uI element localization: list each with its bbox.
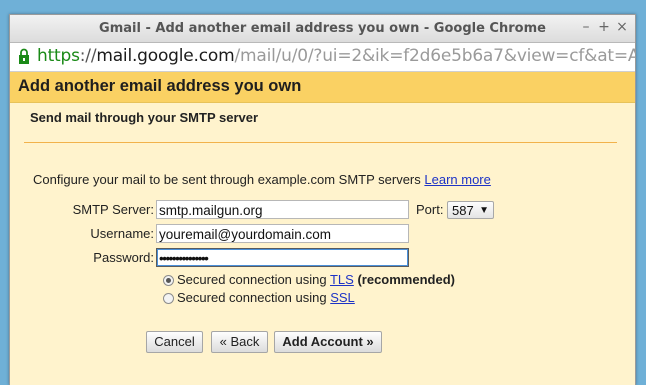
url-host: mail.google.com xyxy=(96,46,235,66)
port-select[interactable]: 587 ▼ xyxy=(447,201,494,219)
ssl-option-text: Secured connection using xyxy=(177,290,331,305)
tls-radio[interactable] xyxy=(163,275,174,286)
maximize-icon[interactable]: + xyxy=(596,19,612,35)
username-input[interactable]: youremail@yourdomain.com xyxy=(156,224,409,243)
ssl-radio[interactable] xyxy=(163,293,174,304)
tls-link[interactable]: TLS xyxy=(330,272,354,287)
url-path: /mail/u/0/?ui=2&ik=f2d6e5b6a7&view=cf&at… xyxy=(234,46,635,66)
page-header: Add another email address you own xyxy=(10,72,635,103)
address-bar[interactable]: https://mail.google.com/mail/u/0/?ui=2&i… xyxy=(10,43,635,72)
smtp-server-input[interactable]: smtp.mailgun.org xyxy=(156,200,409,219)
add-account-button[interactable]: Add Account » xyxy=(274,331,382,353)
password-label: Password: xyxy=(93,250,154,265)
port-select-value: 587 xyxy=(452,203,474,218)
minimize-icon[interactable]: – xyxy=(578,19,594,35)
ssl-option-label[interactable]: Secured connection using SSL xyxy=(177,290,355,305)
cancel-button[interactable]: Cancel xyxy=(146,331,203,353)
url-separator: :// xyxy=(79,46,97,66)
url-scheme: https xyxy=(37,46,80,66)
password-input[interactable]: ••••••••••••••• xyxy=(156,248,409,267)
description-text: Configure your mail to be sent through e… xyxy=(33,172,491,187)
window-title: Gmail - Add another email address you ow… xyxy=(99,21,546,36)
tls-option-text: Secured connection using xyxy=(177,272,330,287)
learn-more-link[interactable]: Learn more xyxy=(424,172,490,187)
back-button[interactable]: « Back xyxy=(211,331,268,353)
section-divider xyxy=(24,142,617,143)
section-subheader: Send mail through your SMTP server xyxy=(30,110,259,125)
title-bar: Gmail - Add another email address you ow… xyxy=(10,15,635,43)
dropdown-arrow-icon: ▼ xyxy=(479,205,489,216)
lock-icon xyxy=(19,48,29,64)
tls-option-label[interactable]: Secured connection using TLS (recommende… xyxy=(177,272,455,287)
smtp-server-label: SMTP Server: xyxy=(72,202,154,217)
ssl-link[interactable]: SSL xyxy=(330,290,355,305)
page-title: Add another email address you own xyxy=(18,77,302,95)
port-label: Port: xyxy=(416,202,444,217)
url-text[interactable]: https://mail.google.com/mail/u/0/?ui=2&i… xyxy=(37,46,635,66)
description-label: Configure your mail to be sent through e… xyxy=(33,172,421,187)
close-icon[interactable]: × xyxy=(614,19,630,35)
username-label: Username: xyxy=(90,226,154,241)
browser-window: Gmail - Add another email address you ow… xyxy=(9,14,636,385)
tls-recommended: (recommended) xyxy=(357,272,455,287)
